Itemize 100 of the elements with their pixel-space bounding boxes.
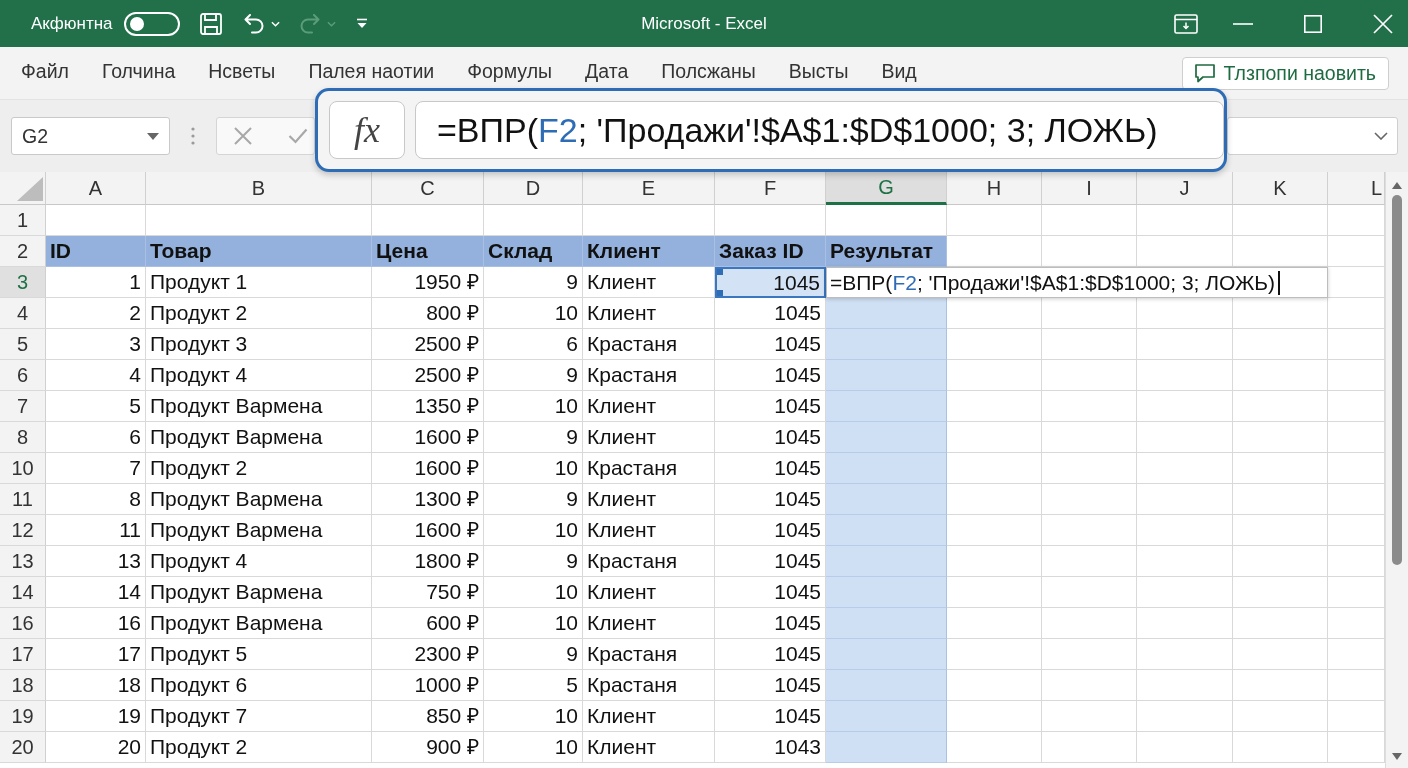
table-cell: 4	[46, 360, 146, 391]
header-cell: Клиент	[583, 236, 715, 267]
row-header[interactable]: 13	[0, 546, 46, 577]
ribbon-tab[interactable]: Вид	[881, 56, 917, 90]
header-cell: Склад	[484, 236, 583, 267]
table-cell: 1350 ₽	[372, 391, 484, 422]
save-icon[interactable]	[199, 12, 222, 35]
table-cell: Клиент	[583, 484, 715, 515]
column-header[interactable]: D	[484, 172, 583, 205]
row-header[interactable]: 2	[0, 236, 46, 267]
column-header[interactable]: E	[583, 172, 715, 205]
maximize-icon[interactable]	[1304, 14, 1322, 33]
window-title: Microsoft - Excel	[641, 13, 767, 34]
table-cell: 600 ₽	[372, 608, 484, 639]
column-header[interactable]: I	[1042, 172, 1137, 205]
row-header[interactable]: 16	[0, 608, 46, 639]
drag-handle-icon[interactable]	[191, 127, 195, 145]
close-icon[interactable]	[1373, 13, 1393, 34]
row-header[interactable]: 1	[0, 205, 46, 236]
column-header[interactable]: A	[46, 172, 146, 205]
scroll-thumb[interactable]	[1392, 195, 1402, 565]
table-cell: 14	[46, 577, 146, 608]
table-cell: Клиент	[583, 608, 715, 639]
check-icon[interactable]	[288, 128, 308, 144]
ribbon-tab[interactable]: Полсжаны	[661, 56, 756, 90]
table-cell: 9	[484, 484, 583, 515]
row-header[interactable]: 7	[0, 391, 46, 422]
table-cell: 800 ₽	[372, 298, 484, 329]
table-cell: Крастаня	[583, 329, 715, 360]
row-header[interactable]: 14	[0, 577, 46, 608]
column-header[interactable]: K	[1233, 172, 1328, 205]
table-cell: 16	[46, 608, 146, 639]
table-cell: 10	[484, 453, 583, 484]
column-header[interactable]: G	[826, 172, 947, 205]
table-cell: Продукт 3	[146, 329, 372, 360]
insert-function-button[interactable]: fx	[329, 101, 405, 159]
table-cell: 1000 ₽	[372, 670, 484, 701]
table-cell: Клиент	[583, 577, 715, 608]
column-header[interactable]: B	[146, 172, 372, 205]
header-cell: Заказ ID	[715, 236, 826, 267]
table-cell: Продукт Вармена	[146, 577, 372, 608]
table-cell: 2300 ₽	[372, 639, 484, 670]
table-cell: Продукт Вармена	[146, 422, 372, 453]
header-cell: Товар	[146, 236, 372, 267]
ribbon-tab[interactable]: Палея наотии	[308, 56, 435, 90]
row-header[interactable]: 8	[0, 422, 46, 453]
scroll-down-arrow-icon[interactable]	[1392, 753, 1402, 760]
ribbon-tab[interactable]: Голчина	[101, 56, 176, 90]
column-header[interactable]: J	[1137, 172, 1233, 205]
column-header[interactable]: F	[715, 172, 826, 205]
row-header[interactable]: 18	[0, 670, 46, 701]
table-cell: 18	[46, 670, 146, 701]
row-header[interactable]: 3	[0, 267, 46, 298]
table-cell: 1950 ₽	[372, 267, 484, 298]
dropdown-caret-icon[interactable]	[147, 132, 159, 140]
row-header[interactable]: 6	[0, 360, 46, 391]
table-cell: 2500 ₽	[372, 360, 484, 391]
column-header[interactable]: C	[372, 172, 484, 205]
ribbon-tab[interactable]: Файл	[21, 56, 69, 90]
row-header[interactable]: 10	[0, 453, 46, 484]
table-cell: Продукт 1	[146, 267, 372, 298]
row-header[interactable]: 12	[0, 515, 46, 546]
formula-field[interactable]: =ВПР(F2; 'Продажи'!$A$1:$D$1000; 3; ЛОЖЬ)	[415, 101, 1224, 159]
row-header[interactable]: 5	[0, 329, 46, 360]
table-cell: 6	[46, 422, 146, 453]
row-header[interactable]: 20	[0, 732, 46, 763]
table-cell: 11	[46, 515, 146, 546]
table-cell: Клиент	[583, 298, 715, 329]
scroll-up-arrow-icon[interactable]	[1392, 182, 1402, 189]
row-header[interactable]: 11	[0, 484, 46, 515]
cell-editor-field[interactable]: =ВПР(F2; 'Продажи'!$A$1:$D$1000; 3; ЛОЖЬ)	[826, 267, 1328, 298]
row-header[interactable]: 4	[0, 298, 46, 329]
name-box[interactable]: G2	[11, 117, 170, 155]
table-cell: 900 ₽	[372, 732, 484, 763]
table-cell: Продукт 2	[146, 298, 372, 329]
table-cell: Клиент	[583, 422, 715, 453]
table-cell: 10	[484, 577, 583, 608]
row-header[interactable]: 17	[0, 639, 46, 670]
speech-bubble-icon	[1194, 63, 1215, 83]
expand-chevron-icon[interactable]	[1374, 132, 1388, 140]
row-header[interactable]: 19	[0, 701, 46, 732]
ribbon-tab[interactable]: Дата	[585, 56, 629, 90]
ribbon-display-icon[interactable]	[1174, 13, 1198, 34]
ribbon-tab[interactable]: Нсветы	[208, 56, 276, 90]
customize-toolbar-icon[interactable]	[355, 18, 368, 29]
table-cell: 10	[484, 515, 583, 546]
formula-bar-field[interactable]	[1227, 117, 1398, 155]
table-cell: 9	[484, 267, 583, 298]
toggle-switch[interactable]	[123, 11, 180, 36]
column-header[interactable]: H	[947, 172, 1042, 205]
undo-icon[interactable]	[243, 13, 264, 34]
table-cell: Клиент	[583, 515, 715, 546]
minimize-icon[interactable]	[1233, 22, 1253, 25]
table-cell: 1800 ₽	[372, 546, 484, 577]
column-header[interactable]: L	[1328, 172, 1385, 205]
comment-button[interactable]: Тлзпопи наовить	[1181, 56, 1389, 90]
table-cell: Продукт Вармена	[146, 391, 372, 422]
ribbon-tab[interactable]: Формулы	[467, 56, 553, 90]
ribbon-tab[interactable]: Высты	[788, 56, 849, 90]
table-cell: 20	[46, 732, 146, 763]
